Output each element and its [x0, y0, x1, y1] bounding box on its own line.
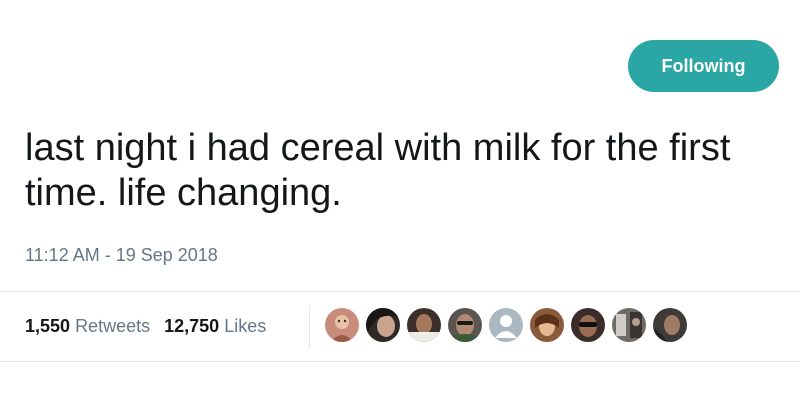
likes-stat[interactable]: 12,750 Likes: [164, 316, 266, 337]
avatar-5-default[interactable]: [489, 308, 523, 342]
avatar-1[interactable]: [325, 308, 359, 342]
tweet-card: Following last night i had cereal with m…: [0, 0, 800, 400]
avatar-9[interactable]: [653, 308, 687, 342]
retweets-stat[interactable]: 1,550 Retweets: [25, 316, 150, 337]
tweet-stats: 1,550 Retweets 12,750 Likes: [25, 314, 280, 338]
divider-top: [0, 291, 800, 292]
liked-by-avatars: [325, 308, 694, 344]
avatar-6[interactable]: [530, 308, 564, 342]
tweet-text: last night i had cereal with milk for th…: [25, 127, 731, 214]
retweets-label: Retweets: [75, 315, 151, 336]
likes-label: Likes: [224, 315, 267, 336]
divider-bottom: [0, 361, 800, 362]
following-button[interactable]: Following: [628, 40, 779, 92]
avatar-3[interactable]: [407, 308, 441, 342]
avatar-7[interactable]: [571, 308, 605, 342]
stats-separator: [309, 306, 310, 348]
tweet-timestamp[interactable]: 11:12 AM - 19 Sep 2018: [25, 245, 218, 266]
likes-count: 12,750: [164, 315, 220, 336]
avatar-2[interactable]: [366, 308, 400, 342]
avatar-4[interactable]: [448, 308, 482, 342]
retweets-count: 1,550: [25, 315, 71, 336]
avatar-8[interactable]: [612, 308, 646, 342]
